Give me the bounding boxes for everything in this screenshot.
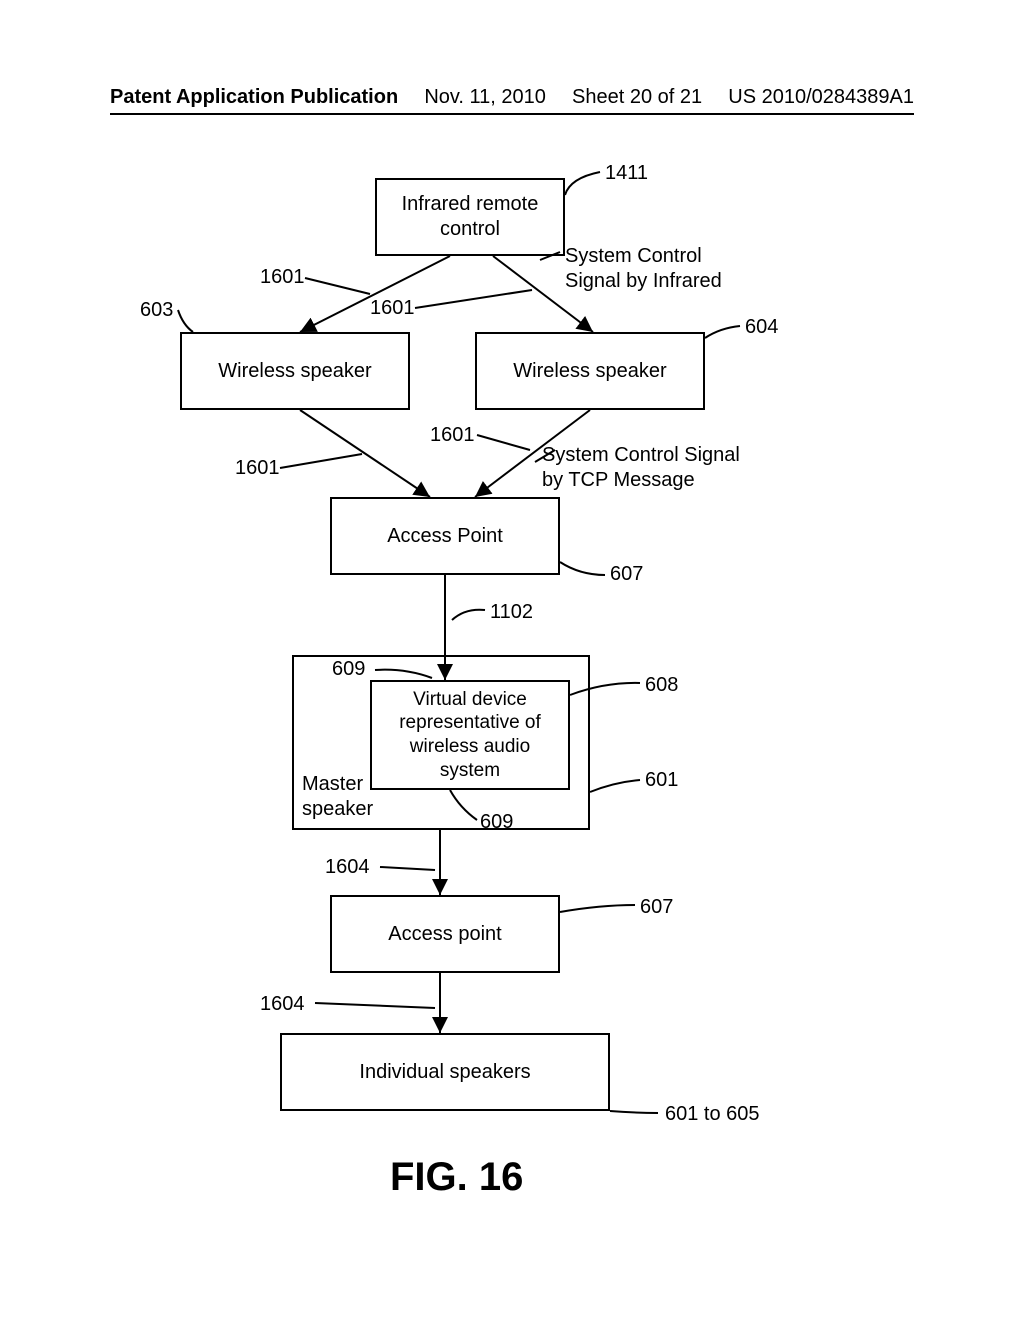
- header-date: Nov. 11, 2010: [424, 86, 546, 109]
- label-603: 603: [140, 298, 173, 323]
- box-virtual-device-text: Virtual devicerepresentative ofwireless …: [399, 688, 541, 783]
- box-virtual-device: Virtual devicerepresentative ofwireless …: [370, 680, 570, 790]
- label-1604-b: 1604: [260, 992, 305, 1017]
- label-609-b: 609: [480, 810, 513, 835]
- label-1601-b: 1601: [370, 296, 415, 321]
- label-607-a: 607: [610, 562, 643, 587]
- label-sys-tcp: System Control Signalby TCP Message: [542, 443, 792, 493]
- page-header: Patent Application Publication Nov. 11, …: [110, 86, 914, 115]
- box-access-point-1-text: Access Point: [387, 524, 503, 549]
- header-sheet: Sheet 20 of 21: [572, 86, 702, 109]
- label-1411: 1411: [605, 161, 648, 186]
- box-infrared-remote-text: Infrared remotecontrol: [402, 192, 539, 242]
- label-1601-c: 1601: [430, 423, 475, 448]
- box-access-point-2: Access point: [330, 895, 560, 973]
- box-wireless-speaker-right-text: Wireless speaker: [513, 359, 666, 384]
- box-individual-speakers-text: Individual speakers: [359, 1060, 530, 1085]
- box-wireless-speaker-right: Wireless speaker: [475, 332, 705, 410]
- box-access-point-2-text: Access point: [388, 922, 501, 947]
- label-604: 604: [745, 315, 778, 340]
- label-1601-d: 1601: [235, 456, 280, 481]
- label-601-605: 601 to 605: [665, 1102, 760, 1127]
- header-docnum: US 2010/0284389A1: [728, 86, 914, 109]
- box-access-point-1: Access Point: [330, 497, 560, 575]
- box-individual-speakers: Individual speakers: [280, 1033, 610, 1111]
- header-publication: Patent Application Publication: [110, 86, 398, 109]
- box-wireless-speaker-left-text: Wireless speaker: [218, 359, 371, 384]
- label-1601-a: 1601: [260, 265, 305, 290]
- figure-caption: FIG. 16: [390, 1155, 523, 1200]
- label-1102: 1102: [490, 600, 533, 625]
- label-601: 601: [645, 768, 678, 793]
- label-608: 608: [645, 673, 678, 698]
- label-607-b: 607: [640, 895, 673, 920]
- box-master-speaker-text: Masterspeaker: [302, 772, 373, 822]
- label-sys-ir: System ControlSignal by Infrared: [565, 244, 765, 294]
- box-infrared-remote: Infrared remotecontrol: [375, 178, 565, 256]
- box-wireless-speaker-left: Wireless speaker: [180, 332, 410, 410]
- label-609-a: 609: [332, 657, 365, 682]
- label-1604-a: 1604: [325, 855, 370, 880]
